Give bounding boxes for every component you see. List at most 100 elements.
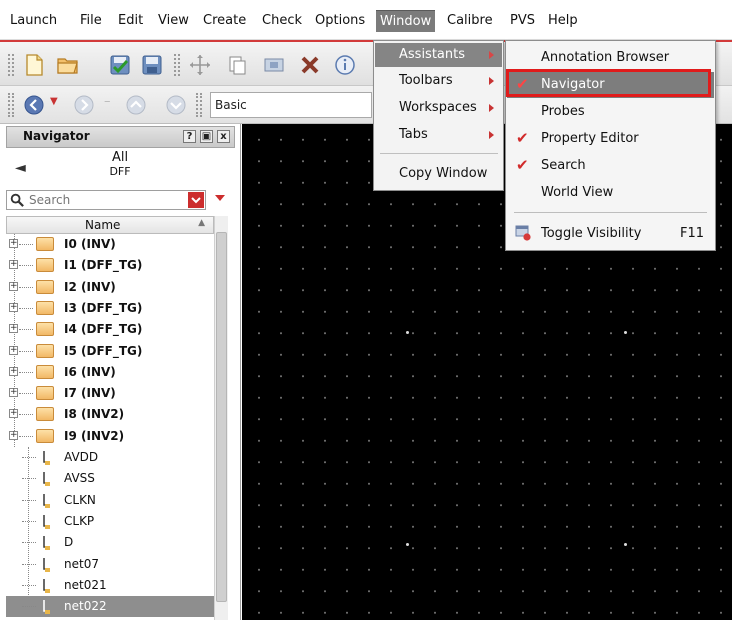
tree-column-header[interactable]: Name ▲ (6, 216, 214, 234)
toolbar-grip[interactable] (196, 93, 202, 117)
toolbar-grip[interactable] (8, 54, 14, 76)
tree-row-instance[interactable]: + I7 (INV) (6, 383, 214, 404)
menu-item-label: Toolbars (399, 73, 453, 88)
instance-label: I4 (DFF_TG) (64, 322, 143, 337)
net-pin-icon (43, 472, 50, 487)
menu-window[interactable]: Window (376, 10, 436, 32)
workspace-combo[interactable]: Basic (210, 92, 372, 118)
tree-row-net[interactable]: AVDD (6, 447, 214, 468)
assistant-item-world-view[interactable]: World View (507, 180, 714, 206)
tree-row-net[interactable]: net07 (6, 554, 214, 575)
assistant-item-property-editor[interactable]: ✔ Property Editor (507, 126, 714, 152)
tree-row-net[interactable]: net022 (6, 596, 214, 618)
menu-calibre[interactable]: Calibre (447, 11, 493, 31)
tree-row-net[interactable]: net021 (6, 575, 214, 596)
menu-edit[interactable]: Edit (118, 11, 143, 31)
search-input[interactable] (29, 192, 179, 208)
tree-row-instance[interactable]: + I9 (INV2) (6, 426, 214, 447)
tree-row-instance[interactable]: + I1 (DFF_TG) (6, 255, 214, 276)
tree-row-instance[interactable]: + I3 (DFF_TG) (6, 298, 214, 319)
copy-icon[interactable] (225, 53, 249, 77)
net-pin-icon (43, 600, 50, 615)
assistant-item-toggle-visibility[interactable]: Toggle Visibility F11 (507, 221, 714, 247)
navigator-tree: + I0 (INV) + I1 (DFF_TG) + I2 (INV) + I3 (DFF_T… (6, 234, 214, 620)
menu-check[interactable]: Check (262, 11, 302, 31)
menu-item-label: Workspaces (399, 100, 477, 115)
menubar: Launch File Edit View Create Check Optio… (0, 0, 732, 40)
navigator-title: Navigator (23, 129, 90, 143)
tree-branch-line (19, 350, 33, 352)
tree-row-instance[interactable]: + I5 (DFF_TG) (6, 341, 214, 362)
tree-branch-line (22, 606, 36, 608)
navigator-titlebar[interactable]: Navigator ? ▣ x (6, 126, 235, 148)
scrollbar-thumb[interactable] (216, 232, 227, 602)
tree-branch-line (19, 435, 33, 437)
filter-dropdown-icon[interactable] (188, 192, 204, 208)
assistant-item-annotation-browser[interactable]: Annotation Browser (507, 45, 714, 71)
shortcut-label: F11 (679, 226, 704, 241)
grid-major-dot (624, 543, 627, 546)
tree-row-net[interactable]: AVSS (6, 468, 214, 489)
expand-icon[interactable]: + (9, 366, 18, 376)
forward-nav-icon[interactable] (72, 93, 96, 117)
menu-create[interactable]: Create (203, 11, 246, 31)
expand-icon[interactable]: + (9, 324, 18, 334)
net-label: AVSS (64, 471, 95, 486)
back-arrow-icon[interactable]: ◄ (15, 160, 26, 176)
search-options-icon[interactable] (215, 195, 225, 201)
check-save-icon[interactable] (108, 53, 132, 77)
back-nav-icon[interactable] (22, 93, 46, 117)
tree-branch-line (22, 520, 36, 522)
save-icon[interactable] (140, 53, 164, 77)
menu-pvs[interactable]: PVS (510, 11, 535, 31)
window-menu-item-copy-window[interactable]: Copy Window (375, 162, 502, 186)
close-button[interactable]: x (217, 130, 230, 143)
tree-branch-line (19, 307, 33, 309)
tree-row-net[interactable]: CLKP (6, 511, 214, 532)
folder-icon (36, 407, 54, 422)
tree-row-instance[interactable]: + I2 (INV) (6, 277, 214, 298)
search-box[interactable] (6, 190, 206, 210)
info-icon[interactable] (333, 53, 357, 77)
delete-icon[interactable] (298, 53, 322, 77)
expand-icon[interactable]: + (9, 260, 18, 270)
up-nav-icon[interactable] (124, 93, 148, 117)
menu-help[interactable]: Help (548, 11, 578, 31)
move-icon[interactable] (188, 53, 212, 77)
tree-row-instance[interactable]: + I8 (INV2) (6, 404, 214, 425)
expand-icon[interactable]: + (9, 388, 18, 398)
toolbar-grip[interactable] (174, 54, 180, 76)
float-button[interactable]: ▣ (200, 130, 213, 143)
stretch-icon[interactable] (262, 53, 286, 77)
toolbar-grip[interactable] (8, 93, 14, 117)
menu-launch[interactable]: Launch (10, 11, 57, 31)
expand-icon[interactable]: + (9, 281, 18, 291)
tree-scrollbar[interactable] (214, 216, 228, 620)
back-dropdown-icon[interactable]: ▼ (50, 96, 58, 107)
window-menu-item-assistants[interactable]: Assistants (375, 43, 502, 67)
tree-row-net[interactable]: CLKN (6, 490, 214, 511)
new-file-icon[interactable] (22, 53, 46, 77)
help-button[interactable]: ? (183, 130, 196, 143)
tree-row-instance[interactable]: + I4 (DFF_TG) (6, 319, 214, 340)
down-nav-icon[interactable] (164, 93, 188, 117)
menu-options[interactable]: Options (315, 11, 365, 31)
tree-row-net[interactable]: D (6, 532, 214, 553)
window-menu-item-workspaces[interactable]: Workspaces (375, 96, 502, 120)
instance-label: I0 (INV) (64, 237, 116, 251)
expand-icon[interactable]: + (9, 345, 18, 355)
window-menu-item-toolbars[interactable]: Toolbars (375, 69, 502, 93)
open-folder-icon[interactable] (56, 53, 80, 77)
menu-view[interactable]: View (158, 11, 189, 31)
expand-icon[interactable]: + (9, 409, 18, 419)
tree-row-instance[interactable]: + I6 (INV) (6, 362, 214, 383)
assistant-item-probes[interactable]: Probes (507, 99, 714, 125)
menu-file[interactable]: File (80, 11, 102, 31)
tree-row-instance[interactable]: + I0 (INV) (6, 234, 214, 255)
expand-icon[interactable]: + (9, 302, 18, 312)
expand-icon[interactable]: + (9, 239, 18, 248)
assistant-item-search[interactable]: ✔ Search (507, 153, 714, 179)
window-menu-item-tabs[interactable]: Tabs (375, 123, 502, 147)
expand-icon[interactable]: + (9, 430, 18, 440)
instance-label: I2 (INV) (64, 279, 116, 294)
